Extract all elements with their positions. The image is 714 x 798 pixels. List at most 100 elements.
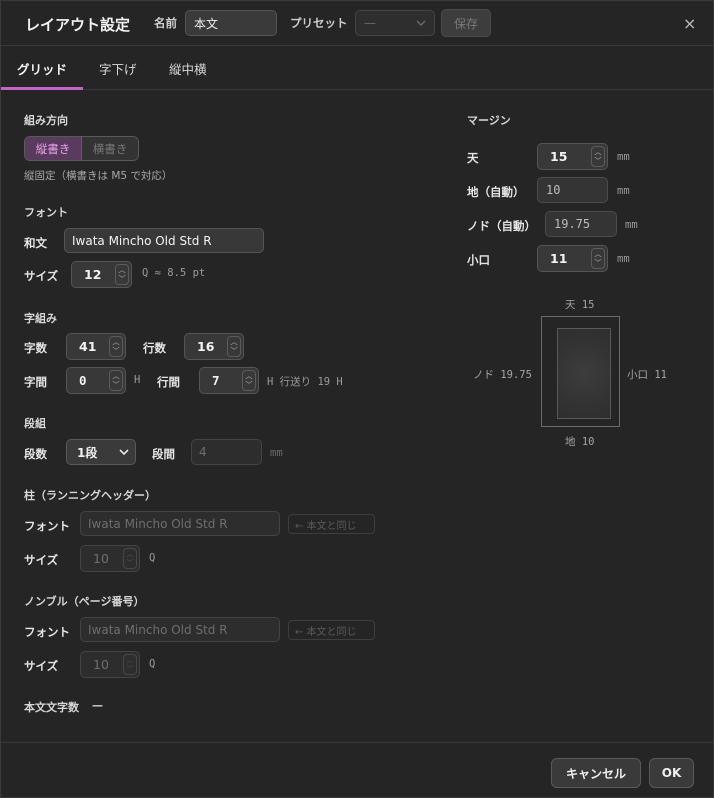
direction-section-title: 組み方向 <box>24 114 68 127</box>
lines-label: 行数 <box>143 341 166 355</box>
running-head-size-stepper[interactable]: 10 ︿ ﹀ <box>80 545 140 572</box>
char-count-label: 本文文字数 <box>24 701 79 714</box>
direction-toggle: 縦書き 横書き <box>24 136 139 161</box>
nombre-section-title: ノンブル（ページ番号） <box>24 595 145 608</box>
running-head-same-button[interactable]: ← 本文と同じ <box>288 514 375 534</box>
tab-bar: グリッド 字下げ 縦中横 <box>1 47 713 90</box>
stepper-arrows-icon[interactable]: ︿ ﹀ <box>591 146 605 167</box>
stepper-arrows-icon[interactable]: ︿ ﹀ <box>227 336 241 357</box>
margin-fore-edge-label: 小口 <box>467 253 490 267</box>
preset-label: プリセット <box>290 16 348 30</box>
preview-left-label: ノド 19.75 <box>473 369 532 381</box>
running-head-size-label: サイズ <box>24 553 59 567</box>
gyokan-stepper[interactable]: 7 ︿ ﹀ <box>199 367 259 394</box>
nombre-same-button[interactable]: ← 本文と同じ <box>288 620 375 640</box>
preview-bottom-label: 地 10 <box>565 436 595 448</box>
column-gap-input[interactable]: 4 <box>191 439 262 465</box>
close-icon[interactable]: × <box>683 14 696 33</box>
dialog-footer: キャンセル OK <box>1 742 713 798</box>
font-size-note: Q ≈ 8.5 pt <box>142 267 206 279</box>
text-area-preview <box>557 328 611 419</box>
margin-bottom-label: 地（自動） <box>467 185 525 199</box>
preview-top-label: 天 15 <box>565 299 595 311</box>
margin-bottom-value: 10 <box>546 183 561 197</box>
wabun-font-input[interactable]: Iwata Mincho Old Std R <box>64 228 264 253</box>
lines-value: 16 <box>197 339 215 354</box>
horizontal-option[interactable]: 横書き <box>82 137 138 160</box>
name-input-value: 本文 <box>194 16 219 31</box>
layout-settings-dialog: レイアウト設定 名前 本文 プリセット — 保存 × グリッド 字下げ 縦中横 … <box>0 0 714 798</box>
gyokan-label: 行間 <box>157 375 180 389</box>
margin-fore-edge-stepper[interactable]: 11 ︿ ﹀ <box>537 245 608 272</box>
running-head-font-value: Iwata Mincho Old Std R <box>88 516 228 531</box>
running-head-font-input[interactable]: Iwata Mincho Old Std R <box>80 511 280 536</box>
margin-top-label: 天 <box>467 151 479 165</box>
font-size-stepper[interactable]: 12 ︿ ﹀ <box>71 261 132 288</box>
column-gap-value: 4 <box>199 445 207 459</box>
stepper-arrows-icon[interactable]: ︿ ﹀ <box>242 370 256 391</box>
ok-button[interactable]: OK <box>649 758 694 788</box>
direction-note: 縦固定（横書きは M5 で対応） <box>24 170 173 182</box>
running-head-section-title: 柱（ランニングヘッダー） <box>24 489 156 502</box>
margin-gutter-unit: mm <box>625 219 638 231</box>
kumi-section-title: 字組み <box>24 312 57 325</box>
tab-grid[interactable]: グリッド <box>17 59 67 78</box>
margin-bottom-unit: mm <box>617 185 630 197</box>
size-label: サイズ <box>24 269 59 283</box>
stepper-arrows-icon[interactable]: ︿ ﹀ <box>591 248 605 269</box>
stepper-arrows-icon[interactable]: ︿ ﹀ <box>109 370 123 391</box>
preview-right-label: 小口 11 <box>627 369 667 381</box>
tab-indent[interactable]: 字下げ <box>99 59 137 78</box>
gyokan-note: H 行送り 19 H <box>267 376 343 388</box>
tab-tatechuyoko[interactable]: 縦中横 <box>169 59 207 78</box>
dialog-title: レイアウト設定 <box>25 16 131 34</box>
margin-top-stepper[interactable]: 15 ︿ ﹀ <box>537 143 608 170</box>
lines-stepper[interactable]: 16 ︿ ﹀ <box>184 333 244 360</box>
save-preset-button[interactable]: 保存 <box>441 9 491 37</box>
preset-select[interactable]: — <box>355 10 435 36</box>
name-input[interactable]: 本文 <box>185 10 277 36</box>
nombre-font-input[interactable]: Iwata Mincho Old Std R <box>80 617 280 642</box>
gyokan-value: 7 <box>212 373 220 388</box>
wabun-font-value: Iwata Mincho Old Std R <box>72 233 212 248</box>
nombre-size-unit: Q <box>149 658 156 670</box>
chars-label: 字数 <box>24 341 47 355</box>
jikan-stepper[interactable]: 0 ︿ ﹀ <box>66 367 126 394</box>
nombre-size-stepper[interactable]: 10 ︿ ﹀ <box>80 651 140 678</box>
stepper-arrows-icon[interactable]: ︿ ﹀ <box>109 336 123 357</box>
margin-gutter-label: ノド（自動） <box>467 219 536 233</box>
nombre-font-value: Iwata Mincho Old Std R <box>88 622 228 637</box>
margin-bottom-field: 10 <box>537 177 608 203</box>
jikan-unit: H <box>134 374 141 386</box>
margin-fore-edge-value: 11 <box>550 251 568 266</box>
active-tab-indicator <box>1 87 83 90</box>
nombre-size-value: 10 <box>93 657 109 672</box>
margin-top-unit: mm <box>617 151 630 163</box>
nombre-font-label: フォント <box>24 625 70 639</box>
margin-top-value: 15 <box>550 149 568 164</box>
margin-section-title: マージン <box>467 114 511 127</box>
name-label: 名前 <box>154 16 177 30</box>
chevron-down-icon <box>119 449 129 455</box>
stepper-arrows-icon[interactable]: ︿ ﹀ <box>123 548 137 569</box>
jikan-value: 0 <box>79 373 87 388</box>
preset-select-value: — <box>364 16 376 30</box>
cancel-button[interactable]: キャンセル <box>551 758 641 788</box>
running-head-font-label: フォント <box>24 519 70 533</box>
char-count-value: — <box>92 699 103 712</box>
column-count-select[interactable]: 1段 <box>66 439 136 465</box>
running-head-size-unit: Q <box>149 552 156 564</box>
font-size-value: 12 <box>84 267 102 282</box>
columns-section-title: 段組 <box>24 417 46 430</box>
stepper-arrows-icon[interactable]: ︿ ﹀ <box>115 264 129 285</box>
vertical-option[interactable]: 縦書き <box>25 137 82 160</box>
jikan-label: 字間 <box>24 375 47 389</box>
stepper-arrows-icon[interactable]: ︿ ﹀ <box>123 654 137 675</box>
chars-stepper[interactable]: 41 ︿ ﹀ <box>66 333 126 360</box>
column-count-value: 1段 <box>77 445 98 460</box>
margin-fore-edge-unit: mm <box>617 253 630 265</box>
column-gap-unit: mm <box>270 447 283 459</box>
chevron-down-icon <box>416 20 426 26</box>
wabun-label: 和文 <box>24 236 47 250</box>
column-count-label: 段数 <box>24 447 47 461</box>
